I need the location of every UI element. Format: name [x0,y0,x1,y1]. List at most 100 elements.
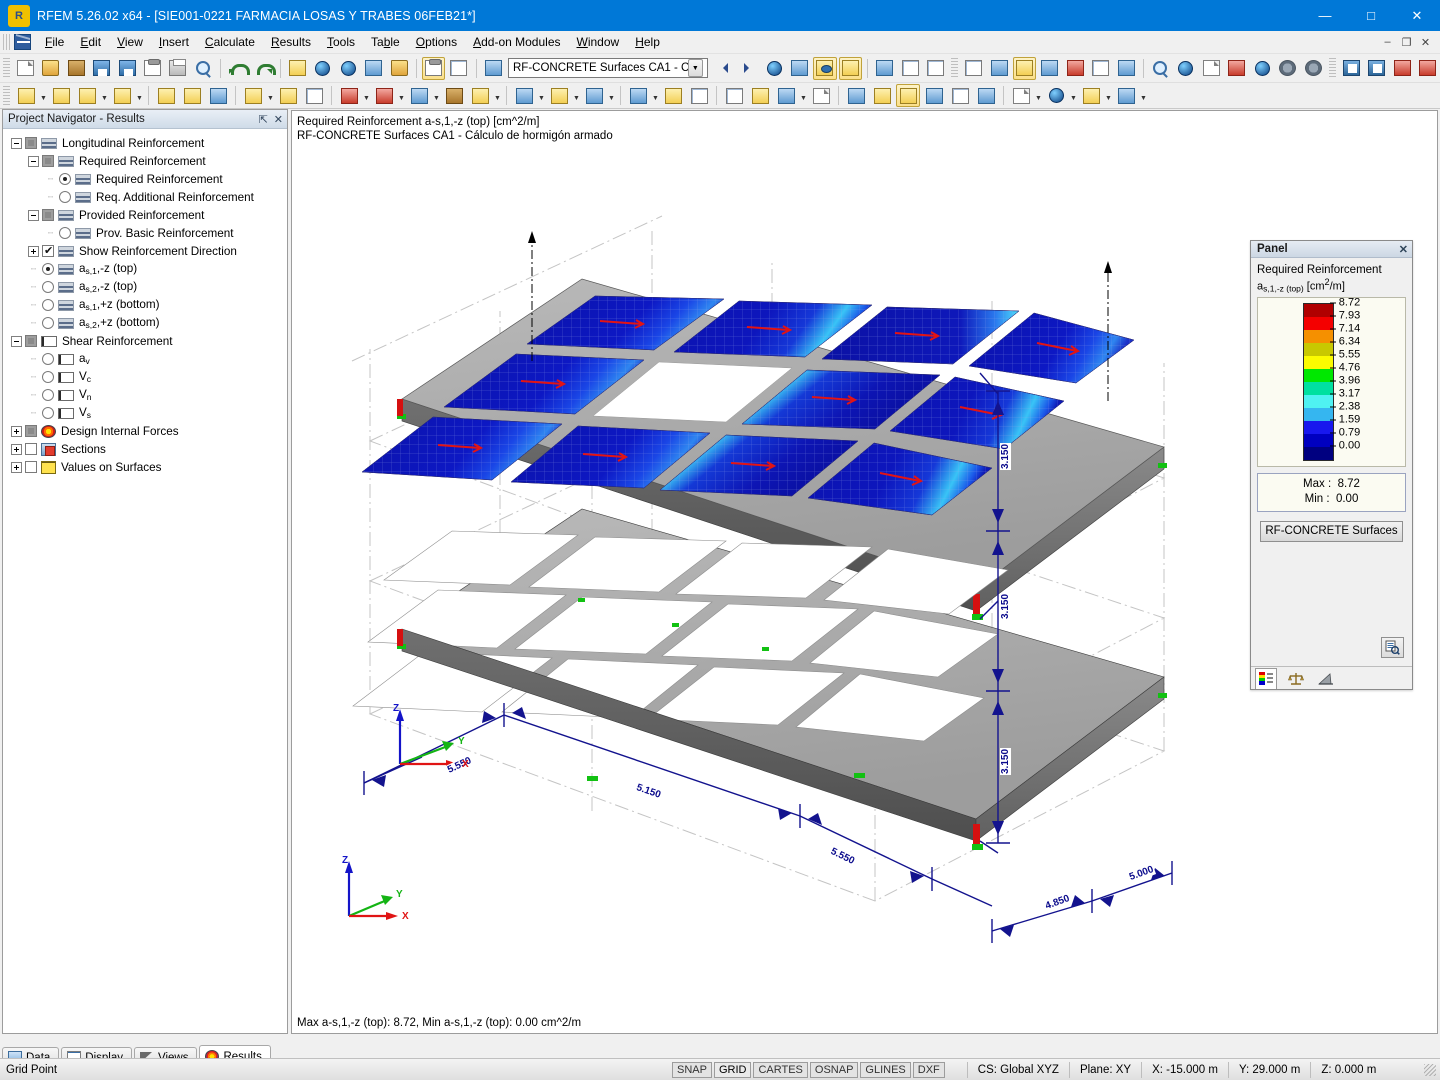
mirror-button[interactable] [1200,57,1223,80]
result-colors-button[interactable] [896,84,920,107]
toolbar2-grip[interactable] [3,86,10,106]
text-button[interactable] [809,84,833,107]
print-preview-button[interactable] [192,57,215,80]
status-toggle-dxf[interactable]: DXF [913,1062,945,1078]
new-nodal-load-button[interactable] [337,84,361,107]
show-result-numbers-button[interactable] [839,57,862,80]
table-view-button[interactable] [422,57,445,80]
menu-drag-grip[interactable] [3,34,12,50]
mirror-object-button[interactable] [661,84,685,107]
tree-checkbox[interactable] [25,461,37,473]
navigator-pin-icon[interactable]: ⇱ [259,113,268,126]
print-report-button[interactable] [1009,84,1033,107]
status-toggle-grid[interactable]: GRID [714,1062,752,1078]
deformation-button[interactable] [788,57,811,80]
new-hinge-button[interactable] [276,84,300,107]
print-button[interactable] [166,57,189,80]
color-legend-button[interactable] [1079,84,1103,107]
next-case-button[interactable] [737,57,760,80]
tree-item[interactable]: ┈as,1,-z (top) [11,260,287,278]
tree-item[interactable]: ┈av [11,350,287,368]
results-on-off-button[interactable] [762,57,785,80]
tree-checkbox[interactable] [25,335,37,347]
nodal-load-dropdown[interactable] [362,84,371,107]
tree-item[interactable]: Show Reinforcement Direction [11,242,287,260]
open-project-button[interactable] [65,57,88,80]
help-toolbar-button[interactable] [1114,84,1138,107]
clipping-plane-button[interactable] [1114,57,1137,80]
cross-snap-button[interactable] [1225,57,1248,80]
menu-insert[interactable]: Insert [151,32,197,52]
view-angle-icon[interactable] [1315,670,1337,689]
minimize-button[interactable]: — [1302,0,1348,31]
show-result-values-button[interactable] [813,57,836,80]
lighting-button[interactable] [987,57,1010,80]
tree-radio[interactable] [42,317,54,329]
tree-item[interactable]: ┈as,2,+z (bottom) [11,314,287,332]
tree-checkbox[interactable] [42,155,54,167]
view-xz-button[interactable] [1064,57,1087,80]
tree-expand-icon[interactable] [28,246,39,257]
panel-close-icon[interactable]: ✕ [1399,243,1408,256]
tree-radio[interactable] [42,371,54,383]
mdi-close-button[interactable]: ✕ [1417,36,1434,49]
support-reactions-button[interactable] [898,57,921,80]
report-dropdown[interactable] [1034,84,1043,107]
status-toggle-snap[interactable]: SNAP [672,1062,712,1078]
import-results-button[interactable] [482,57,505,80]
combo-dropdown-button[interactable]: ▼ [688,59,703,77]
select-window-button[interactable] [302,84,326,107]
menu-calculate[interactable]: Calculate [197,32,263,52]
tree-collapse-icon[interactable] [11,336,22,347]
toolbar-grip-2[interactable] [951,58,958,78]
new-surface-load-button[interactable] [372,84,396,107]
select-surface-button[interactable] [286,57,309,80]
import-up-button[interactable] [1365,57,1388,80]
copy-load-dropdown[interactable] [493,84,502,107]
tree-radio-selected[interactable] [42,263,54,275]
tree-item[interactable]: ┈as,2,-z (top) [11,278,287,296]
menu-tools[interactable]: Tools [319,32,363,52]
addon-dropdown[interactable] [1069,84,1078,107]
tree-item[interactable]: Provided Reinforcement [11,206,287,224]
new-node-dropdown[interactable] [39,84,48,107]
center-view-button[interactable] [1174,57,1197,80]
visibility-button[interactable] [870,84,894,107]
tree-item[interactable]: ┈Vs [11,404,287,422]
tree-radio[interactable] [59,191,71,203]
model-viewport[interactable]: Required Reinforcement a-s,1,-z (top) [c… [291,110,1438,1034]
render-model-button[interactable] [962,57,985,80]
mdi-document-icon[interactable] [14,34,31,50]
tree-expand-icon[interactable] [11,462,22,473]
menu-table[interactable]: Table [363,32,408,52]
select-object-button[interactable] [311,57,334,80]
tree-radio[interactable] [42,299,54,311]
rfem-addon-button[interactable] [1044,84,1068,107]
calculate-dropdown[interactable] [572,84,581,107]
tree-radio[interactable] [42,407,54,419]
new-node-button[interactable] [14,84,38,107]
view-xy-button[interactable] [1038,57,1061,80]
tree-item[interactable]: ┈Prov. Basic Reinforcement [11,224,287,242]
copy-load-button[interactable] [468,84,492,107]
tree-item[interactable]: Sections [11,440,287,458]
new-solid-load-button[interactable] [442,84,466,107]
calculate-button[interactable] [547,84,571,107]
tree-item[interactable]: ┈as,1,+z (bottom) [11,296,287,314]
tree-checkbox[interactable] [25,137,37,149]
tree-item[interactable]: Design Internal Forces [11,422,287,440]
measure-button[interactable] [1149,57,1172,80]
tree-checkbox[interactable] [25,443,37,455]
menu-options[interactable]: Options [408,32,465,52]
resize-grip[interactable] [1424,1064,1436,1076]
zoom-table-icon[interactable] [1381,637,1404,658]
tree-radio[interactable] [59,227,71,239]
guideline-button[interactable] [748,84,772,107]
rotate-dropdown[interactable] [607,84,616,107]
menu-add-on-modules[interactable]: Add-on Modules [465,32,568,52]
toolbar-grip-3[interactable] [1329,58,1336,78]
export-down-button[interactable] [1340,57,1363,80]
glasses-view-button[interactable] [873,57,896,80]
tree-expand-icon[interactable] [11,444,22,455]
save-button[interactable] [115,57,138,80]
